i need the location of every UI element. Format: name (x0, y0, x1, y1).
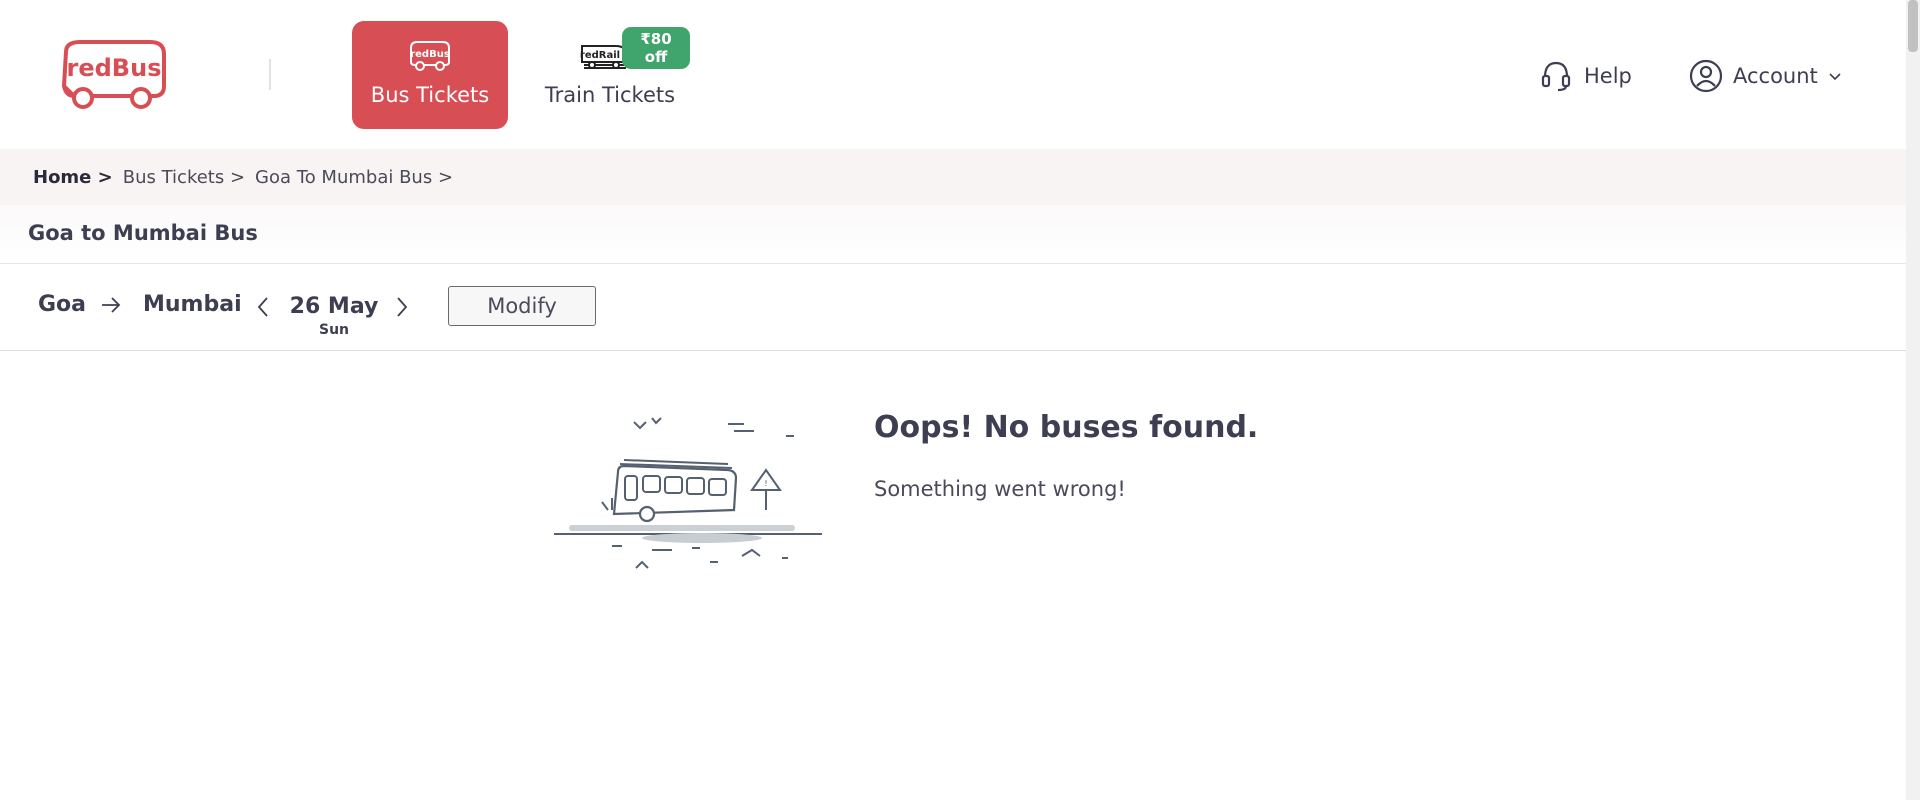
breadcrumb-route[interactable]: Goa To Mumbai Bus > (255, 167, 453, 188)
account-label: Account (1733, 64, 1818, 88)
help-label: Help (1584, 64, 1632, 88)
tab-train-tickets[interactable]: redRail ₹80 off Train Tickets (530, 21, 690, 129)
tab-bus-tickets[interactable]: redBus Bus Tickets (352, 21, 508, 129)
account-menu[interactable]: Account (1689, 58, 1842, 94)
breadcrumb-bar: Home > Bus Tickets > Goa To Mumbai Bus > (0, 149, 1906, 205)
header-divider (269, 59, 271, 90)
chevron-down-icon (1829, 73, 1841, 81)
train-tickets-label: Train Tickets (544, 83, 676, 107)
from-city: Goa (38, 292, 87, 317)
page-scrollbar[interactable] (1906, 0, 1920, 800)
bus-breakdown-illustration: ! (552, 410, 822, 584)
scrollbar-thumb[interactable] (1908, 0, 1918, 52)
empty-state-title: Oops! No buses found. (874, 410, 1259, 445)
help-link[interactable]: Help (1540, 58, 1632, 94)
svg-text:!: ! (764, 479, 767, 488)
arrow-right-icon (100, 296, 122, 318)
headset-icon (1541, 61, 1571, 92)
page-title-bar: Goa to Mumbai Bus (0, 205, 1906, 264)
breadcrumb-home[interactable]: Home > (33, 167, 113, 188)
chevron-right-icon[interactable] (395, 296, 409, 322)
journey-day: Sun (318, 322, 350, 338)
page-title: Goa to Mumbai Bus (28, 221, 258, 245)
redbus-logo-icon: redBus (62, 40, 166, 109)
user-circle-icon (1689, 59, 1723, 93)
svg-text:redBus: redBus (410, 49, 450, 60)
svg-text:redRail: redRail (580, 50, 620, 61)
empty-state-subtitle: Something went wrong! (874, 477, 1126, 501)
offer-badge: ₹80 off (622, 27, 690, 69)
to-city: Mumbai (143, 292, 242, 317)
breadcrumb-bus-tickets[interactable]: Bus Tickets > (123, 167, 245, 188)
modify-button[interactable]: Modify (448, 286, 596, 326)
bus-icon: redBus (407, 40, 453, 76)
logo-text: redBus (67, 54, 162, 82)
breadcrumb: Home > Bus Tickets > Goa To Mumbai Bus > (33, 149, 463, 205)
journey-date[interactable]: 26 May (284, 294, 384, 319)
bus-tickets-label: Bus Tickets (370, 83, 490, 107)
redbus-logo[interactable]: redBus (58, 38, 170, 110)
top-header: redBus redBus Bus Tickets redRail ₹80 of… (0, 0, 1906, 149)
chevron-left-icon[interactable] (256, 296, 270, 322)
search-summary-bar: Goa Mumbai 26 May Sun Modify (0, 264, 1906, 351)
